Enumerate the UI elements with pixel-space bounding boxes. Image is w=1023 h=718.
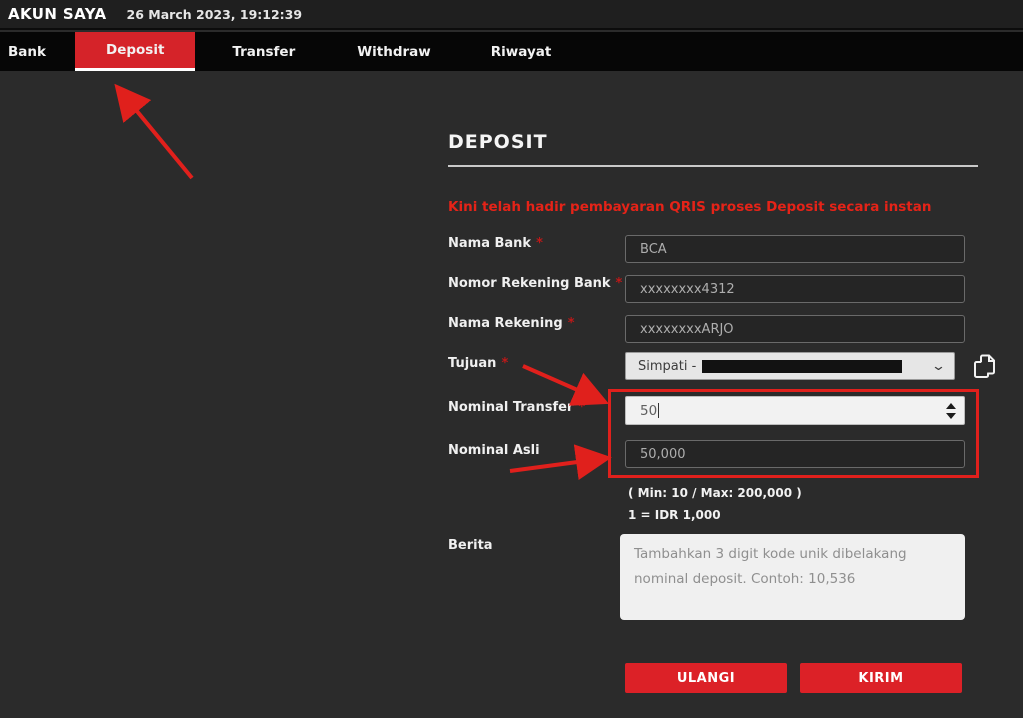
kirim-button[interactable]: KIRIM — [800, 663, 962, 693]
min-max-note: ( Min: 10 / Max: 200,000 ) — [628, 486, 802, 500]
required-asterisk: * — [501, 356, 508, 371]
stepper-down-icon[interactable] — [946, 413, 956, 419]
tab-deposit-label: Deposit — [106, 42, 164, 58]
nama-rekening-input[interactable] — [625, 315, 965, 343]
redacted-value-bar — [702, 360, 902, 373]
page-title: DEPOSIT — [448, 131, 548, 153]
nama-bank-input[interactable] — [625, 235, 965, 263]
number-stepper[interactable] — [946, 403, 956, 419]
stepper-up-icon[interactable] — [946, 403, 956, 409]
arrow-to-deposit-tab — [122, 93, 192, 178]
nav-tabs: Bank Deposit Transfer Withdraw Riwayat — [0, 32, 1023, 71]
top-bar: AKUN SAYA 26 March 2023, 19:12:39 — [0, 0, 1023, 30]
label-nama-rekening: Nama Rekening* — [448, 316, 575, 331]
required-asterisk: * — [568, 316, 575, 331]
brand-title: AKUN SAYA — [8, 5, 107, 23]
session-timestamp: 26 March 2023, 19:12:39 — [127, 7, 303, 22]
tab-bank[interactable]: Bank — [0, 32, 64, 71]
berita-textarea[interactable] — [620, 534, 965, 620]
nomor-rekening-input[interactable] — [625, 275, 965, 303]
tab-transfer[interactable]: Transfer — [207, 32, 320, 71]
label-nomor-rekening: Nomor Rekening Bank* — [448, 276, 622, 291]
copy-icon[interactable] — [972, 352, 998, 380]
arrow-to-nominal-asli — [510, 459, 600, 471]
tab-riwayat[interactable]: Riwayat — [466, 32, 577, 71]
nominal-transfer-input[interactable]: 50 — [625, 396, 965, 425]
label-berita: Berita — [448, 538, 493, 553]
ulangi-button[interactable]: ULANGI — [625, 663, 787, 693]
tab-transfer-label: Transfer — [232, 44, 295, 60]
label-nominal-transfer: Nominal Transfer* — [448, 400, 585, 415]
tab-withdraw[interactable]: Withdraw — [332, 32, 456, 71]
arrow-to-nominal-transfer — [523, 366, 598, 399]
label-nama-bank: Nama Bank* — [448, 236, 543, 251]
required-asterisk: * — [578, 400, 585, 415]
tab-withdraw-label: Withdraw — [357, 44, 431, 60]
tujuan-selected-value: Simpati - — [638, 359, 696, 374]
chevron-down-icon: ⌄ — [931, 360, 946, 373]
nominal-transfer-value: 50 — [640, 403, 657, 419]
nominal-asli-input[interactable] — [625, 440, 965, 468]
label-nominal-asli: Nominal Asli — [448, 443, 540, 458]
tujuan-select[interactable]: Simpati - ⌄ — [625, 352, 955, 380]
label-tujuan: Tujuan* — [448, 356, 508, 371]
tab-bank-label: Bank — [8, 44, 46, 60]
tab-riwayat-label: Riwayat — [491, 44, 552, 60]
promo-banner: Kini telah hadir pembayaran QRIS proses … — [448, 199, 931, 215]
required-asterisk: * — [616, 276, 623, 291]
title-divider — [448, 165, 978, 167]
text-cursor — [658, 403, 659, 418]
required-asterisk: * — [536, 236, 543, 251]
rate-note: 1 = IDR 1,000 — [628, 508, 721, 522]
tab-deposit[interactable]: Deposit — [75, 32, 195, 71]
